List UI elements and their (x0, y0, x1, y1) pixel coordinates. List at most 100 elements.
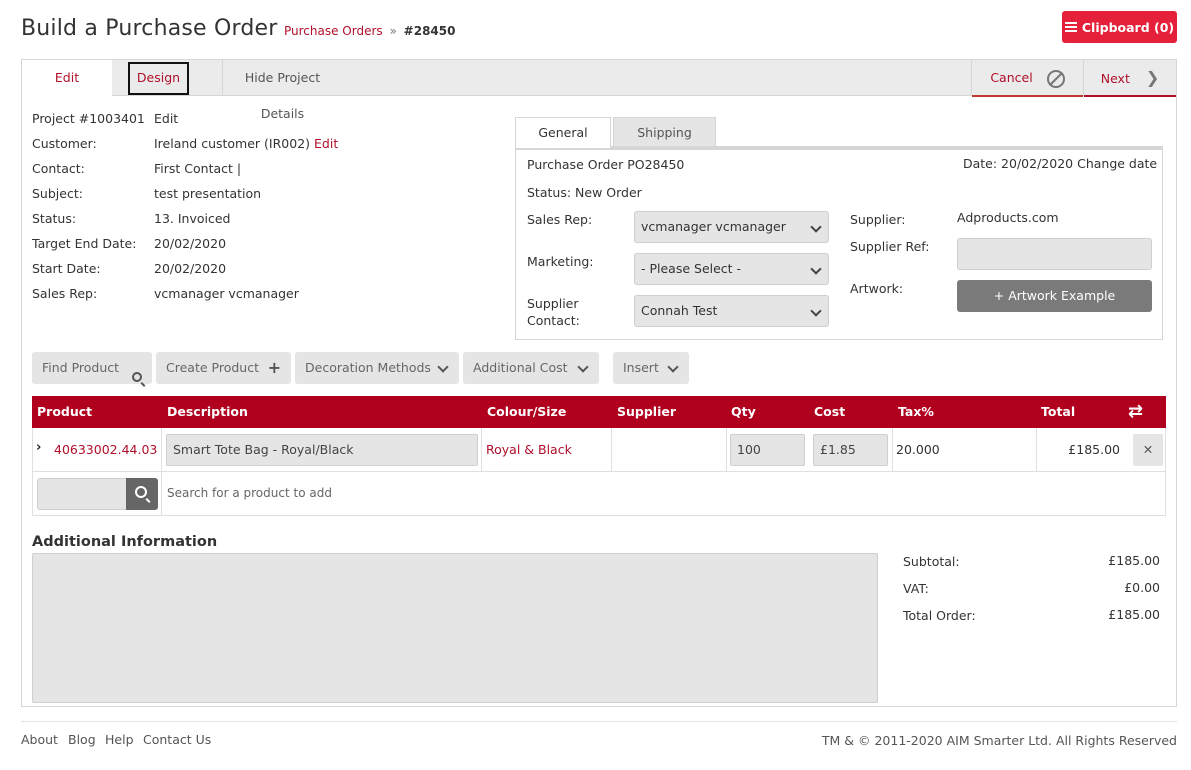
cost-input[interactable]: £1.85 (813, 434, 888, 466)
po-date-label: Date: 20/02/2020 (963, 156, 1074, 171)
breadcrumb-purchase-orders-link[interactable]: Purchase Orders (284, 24, 383, 38)
description-input[interactable]: Smart Tote Bag - Royal/Black (166, 434, 478, 466)
project-number: Project #1003401 (32, 111, 145, 126)
chevron-down-icon (810, 305, 822, 317)
po-sales-rep-label: Sales Rep: (527, 212, 593, 227)
supplier-contact-select[interactable]: Connah Test (634, 295, 829, 327)
sales-rep-value: vcmanager vcmanager (154, 286, 299, 301)
product-search-button[interactable] (126, 478, 158, 510)
find-product-button[interactable]: Find Product (32, 352, 152, 384)
additional-cost-dropdown[interactable]: Additional Cost (463, 352, 599, 384)
tab-design[interactable]: Design (128, 62, 189, 95)
sales-rep-select[interactable]: vcmanager vcmanager (634, 211, 829, 243)
customer-value: Ireland customer (IR002) Edit (154, 136, 338, 151)
tab-edit[interactable]: Edit (22, 60, 112, 97)
marketing-label: Marketing: (527, 254, 594, 269)
decoration-methods-dropdown[interactable]: Decoration Methods (295, 352, 459, 384)
cell-divider (161, 472, 162, 515)
tab-shipping[interactable]: Shipping (613, 117, 716, 147)
decoration-methods-label: Decoration Methods (305, 360, 431, 375)
additional-info-textarea[interactable] (32, 553, 878, 703)
product-code-link[interactable]: 40633002.44.03 (54, 442, 157, 457)
clipboard-label: Clipboard (0) (1081, 19, 1175, 35)
page-title: Build a Purchase Order (21, 16, 278, 41)
col-tax: Tax% (898, 404, 934, 419)
artwork-label: Artwork: (850, 281, 904, 296)
list-icon (1064, 21, 1077, 33)
supplier-contact-label: Supplier (527, 296, 579, 311)
chevron-down-icon (437, 361, 449, 373)
status-value: 13. Invoiced (154, 211, 231, 226)
add-product-row: Search for a product to add (32, 472, 1166, 516)
chevron-down-icon (810, 221, 822, 233)
sales-rep-selected: vcmanager vcmanager (641, 219, 786, 234)
supplier-ref-input[interactable] (957, 238, 1152, 270)
remove-row-button[interactable]: ✕ (1133, 434, 1163, 466)
cell-divider (481, 428, 482, 472)
marketing-selected: - Please Select - (641, 261, 742, 276)
hide-project-details-tab[interactable]: Hide Project Details (222, 60, 342, 121)
swap-icon[interactable]: ⇄ (1128, 396, 1143, 428)
tab-general[interactable]: General (515, 117, 611, 148)
supplier-contact-label-2: Contact: (527, 313, 580, 328)
footer-help-link[interactable]: Help (105, 732, 134, 747)
marketing-select[interactable]: - Please Select - (634, 253, 829, 285)
start-date-value: 20/02/2020 (154, 261, 227, 276)
footer-divider (21, 721, 1177, 722)
table-header: Product Description Colour/Size Supplier… (32, 396, 1166, 428)
create-product-button[interactable]: Create Product + (156, 352, 291, 384)
contact-label: Contact: (32, 161, 85, 176)
next-label: Next (1100, 71, 1130, 86)
col-qty: Qty (731, 404, 756, 419)
breadcrumb-current: #28450 (403, 24, 456, 38)
col-total: Total (1041, 404, 1076, 419)
cell-divider (1036, 428, 1037, 472)
customer-label: Customer: (32, 136, 97, 151)
vat-label: VAT: (903, 581, 929, 596)
next-button[interactable]: Next ❯ (1083, 60, 1176, 97)
find-product-label: Find Product (42, 360, 120, 375)
cell-divider (611, 428, 612, 472)
footer-contact-link[interactable]: Contact Us (143, 732, 211, 747)
customer-name: Ireland customer (IR002) (154, 136, 311, 151)
product-search-input[interactable] (37, 478, 127, 510)
supplier-contact-selected: Connah Test (641, 303, 718, 318)
change-date-link[interactable]: Change date (1077, 156, 1157, 171)
status-label: Status: (32, 211, 77, 226)
po-title: Purchase Order PO28450 (527, 157, 685, 172)
qty-input[interactable]: 100 (730, 434, 805, 466)
tab-bar: Edit Design Hide Project Details Cancel … (22, 60, 1176, 121)
insert-dropdown[interactable]: Insert (613, 352, 689, 384)
create-product-label: Create Product (166, 360, 259, 375)
insert-label: Insert (623, 360, 659, 375)
artwork-example-button[interactable]: + Artwork Example (957, 280, 1152, 312)
footer-blog-link[interactable]: Blog (68, 732, 96, 747)
plus-icon: + (267, 358, 281, 377)
additional-cost-label: Additional Cost (473, 360, 568, 375)
subject-value: test presentation (154, 186, 262, 201)
cancel-button[interactable]: Cancel (971, 60, 1083, 97)
po-status-label: Status: (527, 185, 572, 200)
additional-info-title: Additional Information (32, 534, 218, 550)
colour-size-link[interactable]: Royal & Black (486, 442, 572, 457)
target-end-date-label: Target End Date: (32, 236, 137, 251)
subtotal-value: £185.00 (1108, 553, 1160, 568)
target-end-date-value: 20/02/2020 (154, 236, 227, 251)
sales-rep-label: Sales Rep: (32, 286, 98, 301)
col-product: Product (37, 404, 93, 419)
col-colour-size: Colour/Size (487, 404, 567, 419)
footer-about-link[interactable]: About (21, 732, 58, 747)
customer-edit-link[interactable]: Edit (314, 136, 338, 151)
breadcrumb-separator: » (389, 24, 397, 38)
col-supplier: Supplier (617, 404, 677, 419)
clipboard-button[interactable]: Clipboard (0) (1062, 11, 1177, 43)
search-icon (135, 486, 147, 498)
chevron-down-icon (810, 263, 822, 275)
expand-chevron-icon[interactable]: › (36, 440, 41, 455)
supplier-ref-label: Supplier Ref: (850, 239, 930, 254)
copyright: TM & © 2011-2020 AIM Smarter Ltd. All Ri… (821, 733, 1177, 748)
chevron-right-icon: ❯ (1145, 68, 1160, 87)
project-edit-link[interactable]: Edit (154, 111, 178, 126)
tax-value: 20.000 (896, 442, 940, 457)
chevron-down-icon (667, 361, 679, 373)
